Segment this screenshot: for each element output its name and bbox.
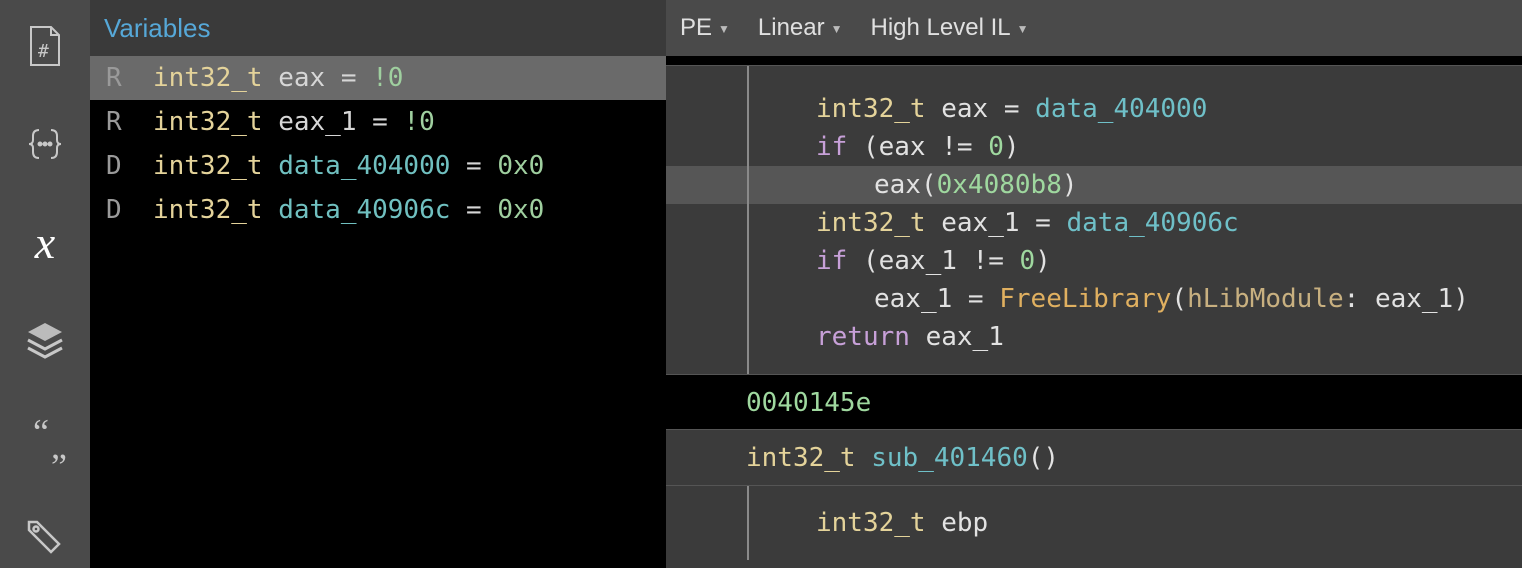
file-type-dropdown[interactable]: PE▼ <box>680 14 730 42</box>
code-view[interactable]: int32_t eax = data_404000 if (eax != 0) … <box>666 56 1522 568</box>
il-level-dropdown[interactable]: High Level IL▼ <box>871 14 1029 42</box>
indent-guide <box>747 66 749 374</box>
code-line[interactable]: eax(0x4080b8) <box>666 166 1522 204</box>
function-body: int32_t eax = data_404000 if (eax != 0) … <box>666 66 1522 374</box>
quotes-icon[interactable]: “„ <box>0 410 90 466</box>
function-prototype[interactable]: int32_t sub_401460() <box>666 430 1522 486</box>
chevron-down-icon: ▼ <box>1017 22 1029 36</box>
app-root: # x “„ <box>0 0 1522 568</box>
function-separator <box>666 56 1522 66</box>
code-line[interactable]: if (eax_1 != 0) <box>666 242 1522 280</box>
address-separator[interactable]: 0040145e <box>666 374 1522 430</box>
chevron-down-icon: ▼ <box>718 22 730 36</box>
code-line[interactable]: return eax_1 <box>666 318 1522 356</box>
left-icon-strip: # x “„ <box>0 0 90 568</box>
code-line[interactable]: if (eax != 0) <box>666 128 1522 166</box>
chevron-down-icon: ▼ <box>831 22 843 36</box>
variable-row[interactable]: D int32_t data_40906c = 0x0 <box>90 188 666 232</box>
svg-text:#: # <box>38 41 49 62</box>
hash-file-icon[interactable]: # <box>0 18 90 74</box>
code-line[interactable]: int32_t ebp <box>666 504 1522 542</box>
view-options-bar: PE▼ Linear▼ High Level IL▼ <box>666 0 1522 56</box>
code-line[interactable]: int32_t eax_1 = data_40906c <box>666 204 1522 242</box>
disassembly-panel: PE▼ Linear▼ High Level IL▼ int32_t eax =… <box>666 0 1522 568</box>
variable-row[interactable]: R int32_t eax = !0 <box>90 56 666 100</box>
tag-icon[interactable] <box>0 508 90 564</box>
indent-guide <box>747 486 749 560</box>
function-body: int32_t ebp <box>666 486 1522 560</box>
variables-panel-title[interactable]: Variables <box>90 0 666 56</box>
variable-row[interactable]: D int32_t data_404000 = 0x0 <box>90 144 666 188</box>
view-mode-dropdown[interactable]: Linear▼ <box>758 14 843 42</box>
code-line[interactable]: int32_t eax = data_404000 <box>666 90 1522 128</box>
variable-row[interactable]: R int32_t eax_1 = !0 <box>90 100 666 144</box>
layers-icon[interactable] <box>0 312 90 368</box>
code-line[interactable]: eax_1 = FreeLibrary(hLibModule: eax_1) <box>666 280 1522 318</box>
variables-panel: Variables R int32_t eax = !0 R int32_t e… <box>90 0 666 568</box>
x-variable-icon[interactable]: x <box>0 214 90 270</box>
variables-list: R int32_t eax = !0 R int32_t eax_1 = !0 … <box>90 56 666 568</box>
braces-icon[interactable] <box>0 116 90 172</box>
